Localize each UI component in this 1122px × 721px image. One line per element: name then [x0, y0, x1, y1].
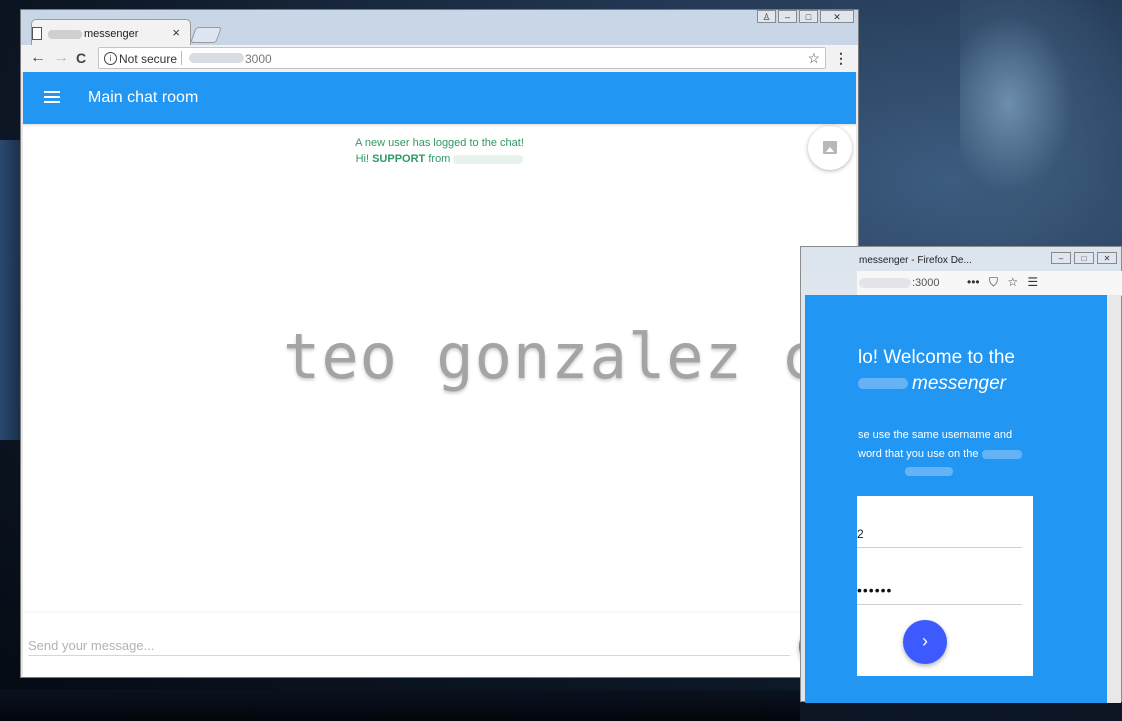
message-composer — [23, 613, 856, 677]
password-underline — [857, 604, 1022, 605]
browser-toolbar: ← → C i Not secure 3000 ☆ ⋮ — [21, 45, 858, 72]
address-bar[interactable]: i Not secure 3000 ☆ — [98, 47, 826, 69]
firefox-window: messenger - Firefox De... – □ ✕ :3000 ••… — [800, 246, 1122, 703]
close-window-button[interactable]: ✕ — [1097, 252, 1117, 264]
message-input[interactable] — [28, 635, 790, 656]
firefox-scrollbar[interactable] — [1107, 295, 1121, 703]
redacted-url — [859, 278, 911, 288]
firefox-url-port[interactable]: :3000 — [912, 277, 940, 289]
pocket-icon[interactable]: ⛉ — [989, 275, 998, 289]
maximize-button[interactable]: □ — [799, 10, 818, 23]
firefox-menu-icon[interactable]: ☰ — [1027, 275, 1038, 289]
image-upload-button[interactable] — [808, 126, 852, 170]
chrome-window: messenger × ♙ – □ ✕ ← → C i Not secure 3… — [20, 9, 859, 678]
page-icon — [32, 27, 42, 40]
firefox-window-controls: – □ ✕ — [1051, 252, 1117, 264]
tab-strip: messenger × ♙ – □ ✕ — [21, 10, 858, 46]
password-field[interactable]: •••••• — [857, 582, 892, 598]
login-submit-button[interactable]: › — [903, 620, 947, 664]
chrome-menu-icon[interactable]: ⋮ — [834, 50, 848, 67]
welcome-heading-line2: messenger — [858, 373, 1006, 395]
login-note: se use the same username and — [858, 429, 1013, 441]
bookmark-star-icon[interactable]: ☆ — [807, 50, 820, 67]
username-field[interactable]: 2 — [857, 527, 864, 541]
back-arrow-icon[interactable]: ← — [30, 49, 46, 67]
reload-icon[interactable]: C — [76, 50, 86, 66]
firefox-toolbar: :3000 ••• ⛉ ☆ ☰ — [857, 271, 1122, 296]
new-tab-button[interactable] — [190, 27, 222, 43]
redacted-text — [453, 154, 524, 164]
desktop-taskbar-area — [0, 690, 800, 721]
welcome-heading: lo! Welcome to the — [858, 347, 1016, 368]
desktop-wallpaper-glow — [960, 0, 1122, 260]
app-name: messenger — [912, 373, 1006, 394]
tab-close-icon[interactable]: × — [172, 25, 180, 40]
login-page: lo! Welcome to the messenger se use the … — [857, 295, 1109, 703]
profile-icon[interactable]: ♙ — [757, 10, 776, 23]
greeting-hi: Hi! — [355, 153, 370, 165]
greeting-from: from — [428, 153, 451, 165]
system-greeting: Hi! SUPPORT from — [23, 153, 856, 165]
more-actions-icon[interactable]: ••• — [967, 275, 980, 289]
login-card: 2 •••••• › — [857, 496, 1033, 676]
divider — [181, 51, 182, 65]
image-icon — [823, 141, 837, 154]
redacted-text — [905, 467, 953, 476]
info-icon[interactable]: i — [104, 52, 117, 65]
redacted-text — [858, 378, 908, 390]
url-port: 3000 — [245, 52, 272, 66]
tab-title: messenger — [84, 28, 139, 40]
appbar-shadow — [23, 124, 856, 127]
maximize-button[interactable]: □ — [1074, 252, 1094, 264]
not-secure-label: Not secure — [119, 52, 178, 66]
login-note-line2: word that you use on the — [858, 448, 1022, 460]
close-window-button[interactable]: ✕ — [820, 10, 854, 23]
system-message: A new user has logged to the chat! — [355, 137, 524, 149]
redacted-text — [981, 449, 1022, 459]
bookmark-star-icon[interactable]: ☆ — [1007, 275, 1018, 289]
watermark: teo gonzalez c. — [283, 320, 858, 393]
hamburger-menu-icon[interactable] — [44, 91, 60, 103]
login-note-text: word that you use on the — [858, 448, 979, 460]
redacted-text — [48, 29, 82, 39]
login-page-left-strip — [805, 295, 857, 703]
page-title: Main chat room — [88, 89, 199, 106]
redacted-url — [189, 53, 244, 63]
username-underline — [857, 547, 1022, 548]
chat-area: A new user has logged to the chat! Hi! S… — [23, 124, 858, 613]
greeting-username: SUPPORT — [372, 153, 426, 165]
firefox-titlebar: messenger - Firefox De... – □ ✕ — [801, 247, 1121, 271]
minimize-button[interactable]: – — [1051, 252, 1071, 264]
firefox-window-title: messenger - Firefox De... — [859, 255, 972, 266]
browser-tab[interactable]: messenger × — [31, 19, 191, 46]
forward-arrow-icon[interactable]: → — [53, 49, 69, 67]
window-controls: ♙ – □ ✕ — [757, 10, 854, 23]
app-bar: Main chat room — [23, 72, 856, 124]
minimize-button[interactable]: – — [778, 10, 797, 23]
